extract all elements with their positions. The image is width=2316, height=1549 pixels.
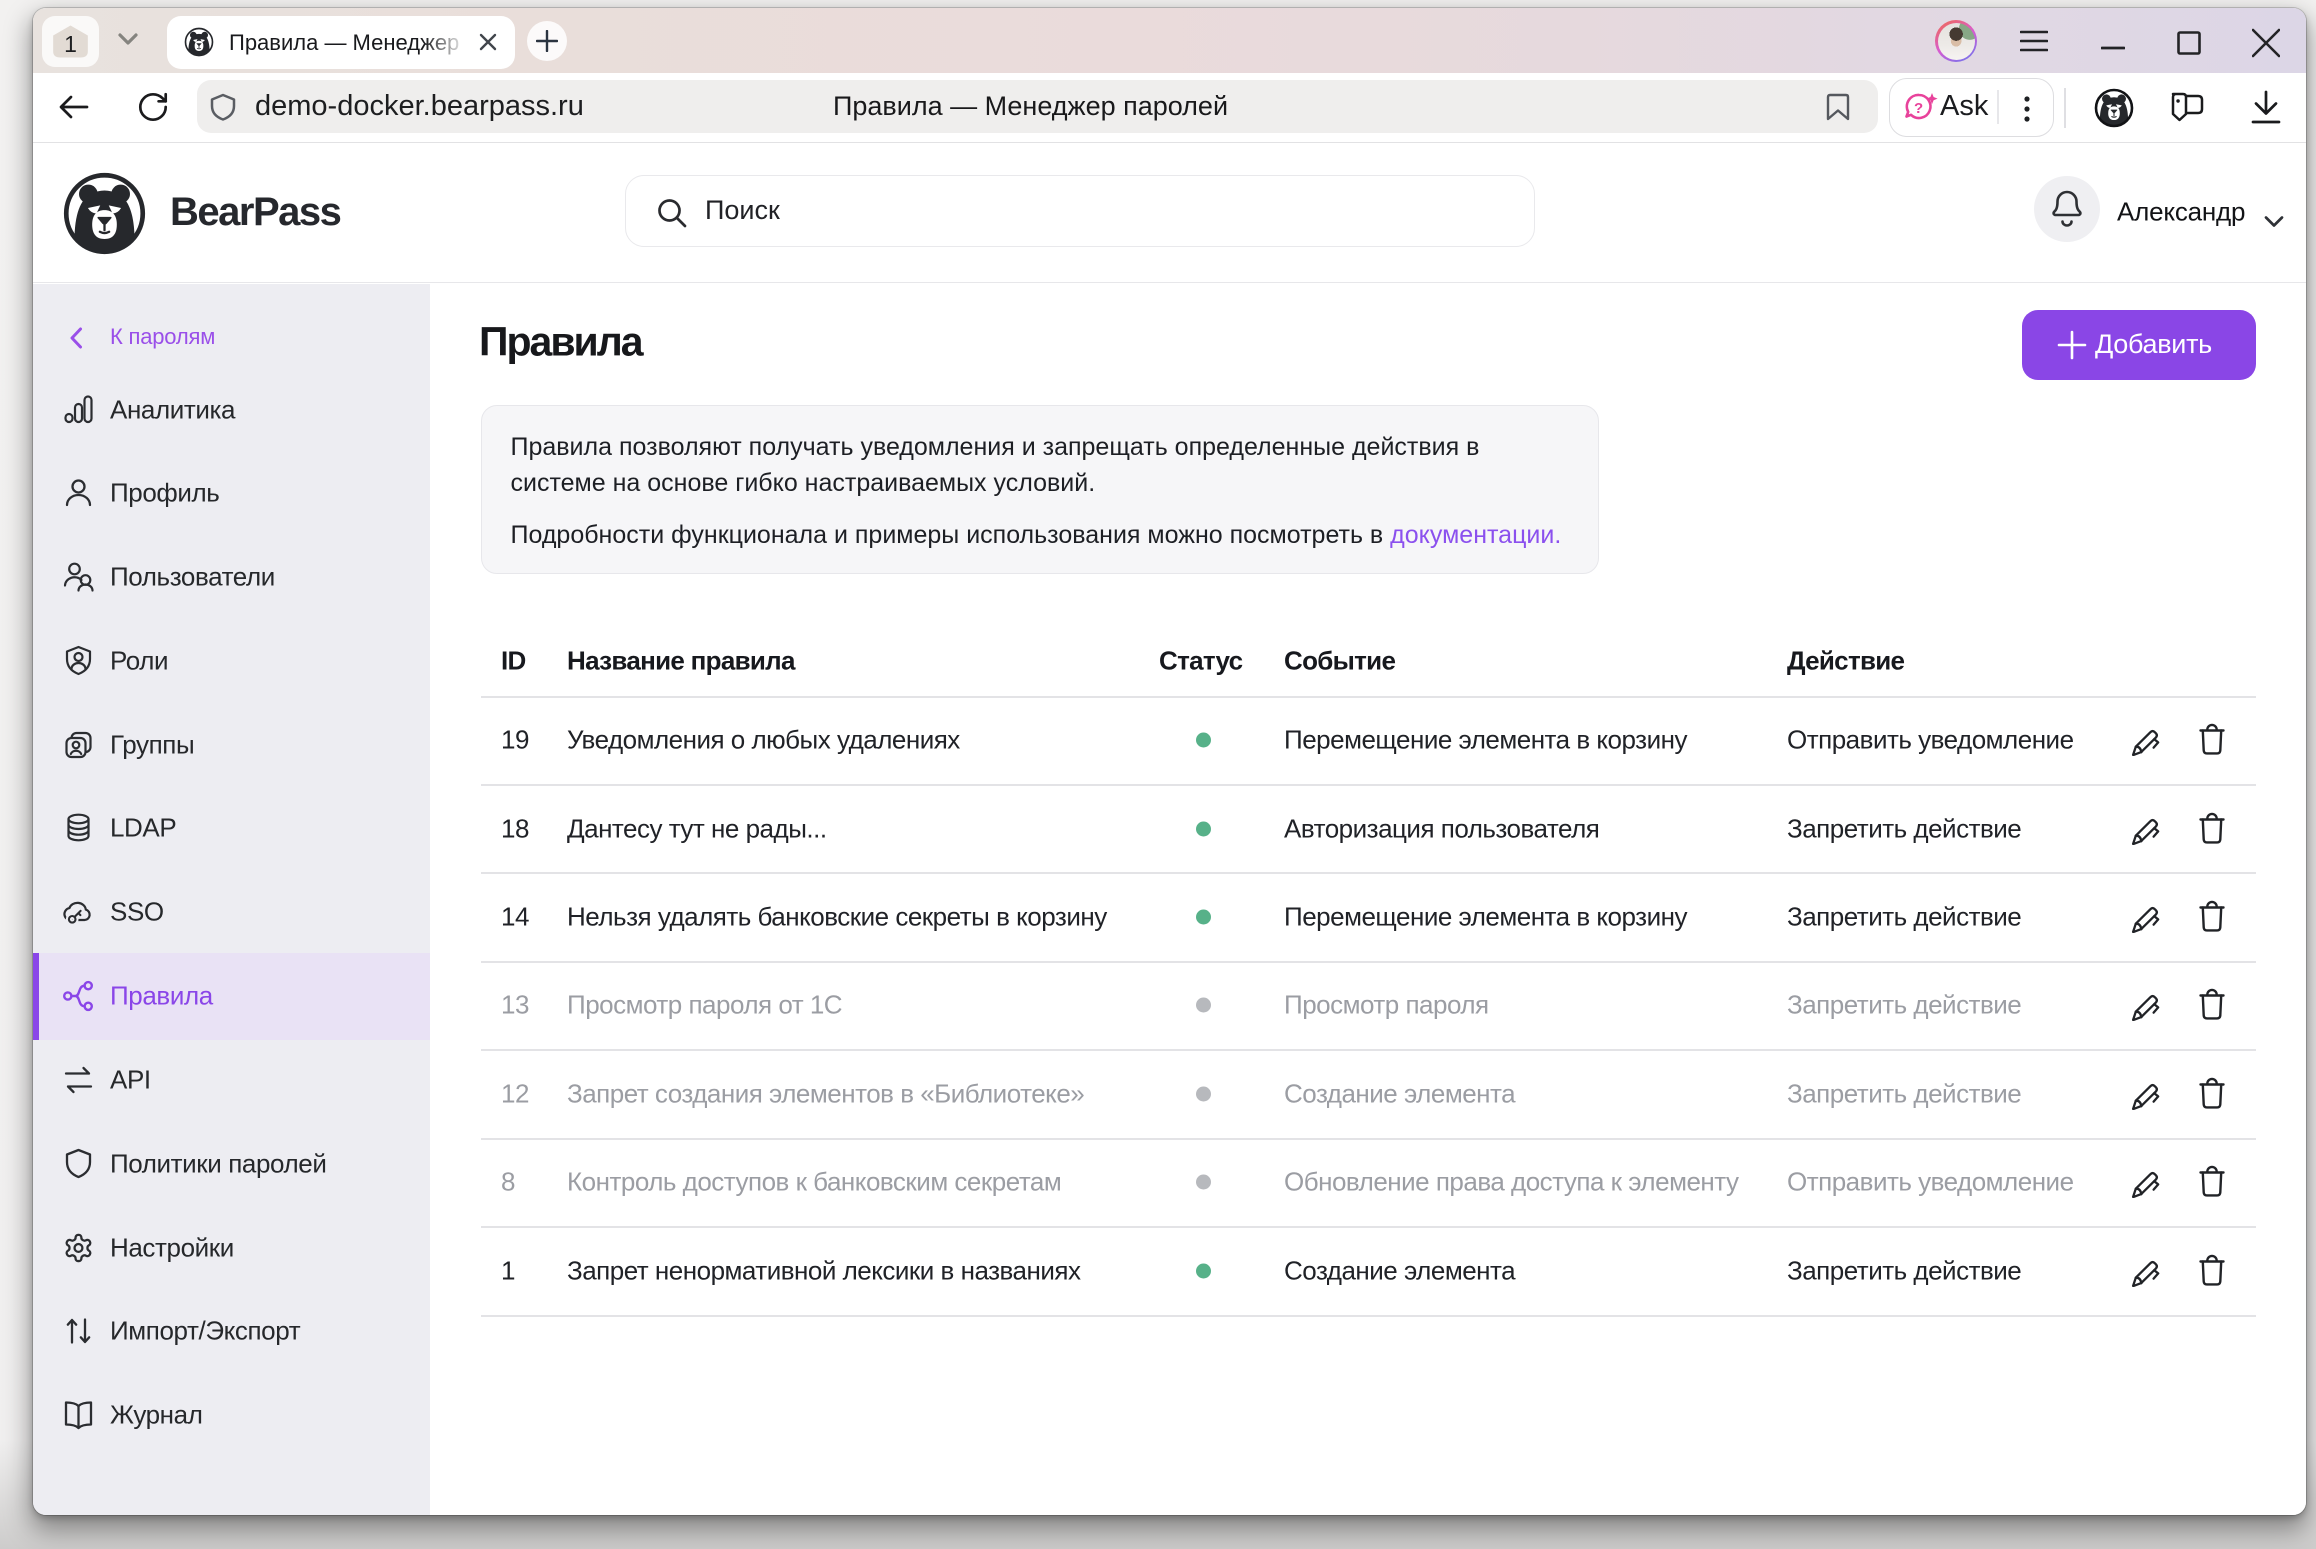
svg-text:?: ? bbox=[1914, 100, 1923, 117]
